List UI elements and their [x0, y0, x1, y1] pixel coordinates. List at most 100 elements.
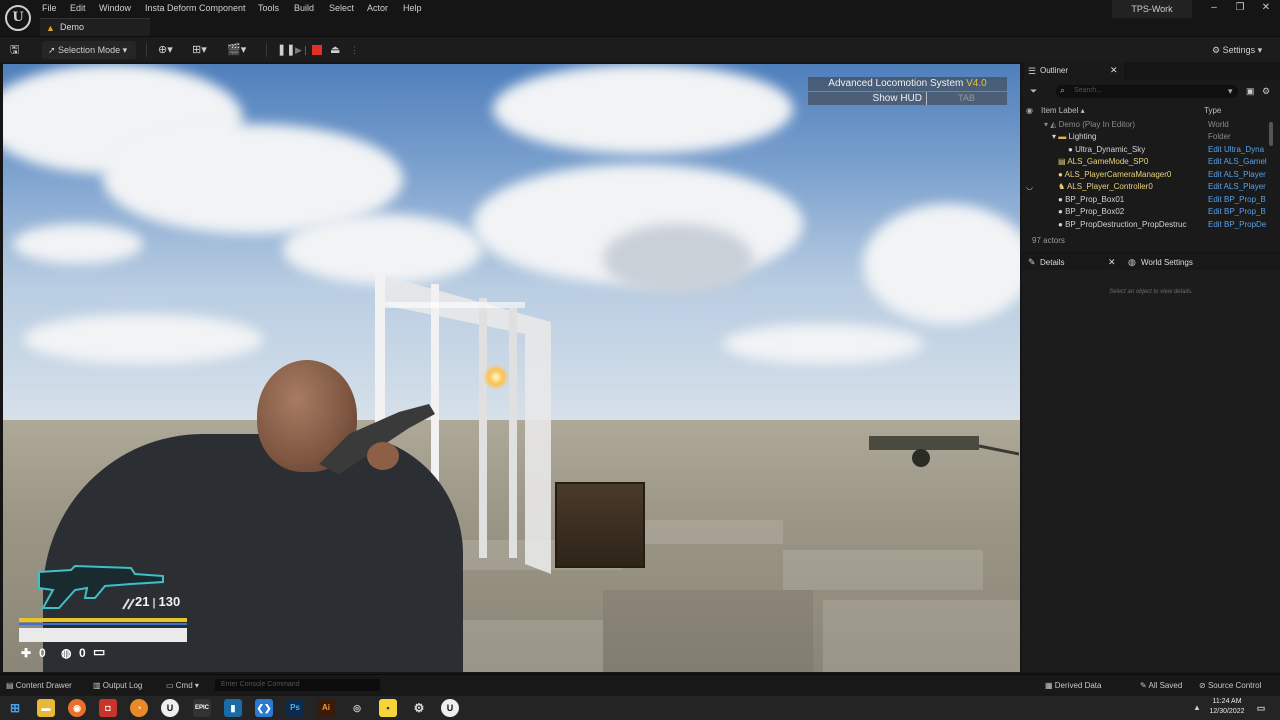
selection-mode-dropdown[interactable]: ➚ Selection Mode ▾ — [42, 41, 136, 59]
outliner-row-label: ● BP_Prop_Box01 — [1058, 195, 1125, 204]
app-window-icon[interactable]: ▮ — [224, 699, 242, 717]
outliner-scrollbar[interactable] — [1269, 122, 1273, 146]
health-pack-count: 0 — [39, 646, 46, 660]
settings-button[interactable]: ⚙ Settings ▾ — [1212, 41, 1262, 59]
filter-icon[interactable]: ⏷ — [1030, 86, 1037, 97]
illustrator-icon[interactable]: Ai — [317, 699, 335, 717]
outliner-row[interactable]: ● BP_PropDestruction_PropDestruc Edit BP… — [1022, 219, 1270, 231]
content-drawer-button[interactable]: ▤ Content Drawer — [6, 681, 72, 690]
visibility-icon[interactable]: ◉ — [1026, 106, 1033, 115]
tab-demo[interactable]: ▲ Demo — [40, 18, 150, 36]
menu-window[interactable]: Window — [99, 3, 131, 13]
outliner-row[interactable]: ▾ ◭ Demo (Play In Editor) World — [1022, 119, 1270, 131]
eject-icon[interactable]: ⏏ — [330, 41, 340, 59]
outliner-tab[interactable]: ☰ Outliner ✕ — [1024, 62, 1124, 80]
toolbar-divider — [146, 43, 147, 57]
search-placeholder: Search... — [1074, 87, 1103, 94]
blender-icon[interactable]: ◔ — [130, 699, 148, 717]
close-icon[interactable]: ✕ — [1108, 257, 1116, 268]
col-item-label[interactable]: Item Label ▴ — [1041, 106, 1085, 115]
outliner-row[interactable]: ▾ ▬ Lighting Folder — [1022, 131, 1270, 143]
floor-tile — [823, 600, 1020, 672]
cloud — [493, 64, 793, 154]
console-command-input[interactable]: Enter Console Command — [215, 679, 380, 691]
save-icon[interactable]: 🖫 — [10, 41, 19, 59]
actor-count: 97 actors — [1032, 236, 1065, 245]
minimize-icon[interactable]: – — [1204, 2, 1224, 13]
stop-icon[interactable] — [312, 45, 322, 55]
menu-help[interactable]: Help — [403, 3, 422, 13]
col-item-label-text: Item Label — [1041, 106, 1079, 115]
cinematics-icon[interactable]: 🎬▾ — [227, 41, 246, 59]
outliner-row[interactable]: ● BP_Prop_Box01 Edit BP_Prop_B — [1022, 194, 1270, 206]
vscode-icon[interactable]: ❮❯ — [255, 699, 273, 717]
settings-icon[interactable]: ⚙ — [410, 699, 428, 717]
close-icon[interactable]: ✕ — [1110, 65, 1118, 76]
shield-bar — [19, 623, 187, 625]
close-icon[interactable]: ✕ — [1256, 2, 1276, 13]
outliner-row-type[interactable]: Edit Ultra_Dyna — [1208, 144, 1270, 156]
file-explorer-icon[interactable]: ▬ — [37, 699, 55, 717]
menu-actor[interactable]: Actor — [367, 3, 388, 13]
outliner-row[interactable]: ● BP_Prop_Box02 Edit BP_Prop_B — [1022, 206, 1270, 218]
menu-tools[interactable]: Tools — [258, 3, 279, 13]
outliner-icon: ☰ — [1028, 66, 1037, 76]
cloud — [603, 224, 753, 294]
details-tabs: ✎ Details ✕ ◍ World Settings — [1022, 254, 1280, 270]
menu-bar: U File Edit Window Insta Deform Componen… — [0, 0, 1280, 36]
tab-details[interactable]: Details — [1040, 258, 1064, 267]
unreal-logo-icon[interactable]: U — [5, 5, 31, 31]
menu-insta-deform[interactable]: Insta Deform Component — [145, 3, 246, 13]
outliner-row-type[interactable]: Edit ALS_Player — [1208, 169, 1270, 181]
firefox-icon[interactable]: ◉ — [68, 699, 86, 717]
add-folder-icon[interactable]: ▣ — [1246, 86, 1255, 97]
outliner-row[interactable]: ● ALS_PlayerCameraManager0 Edit ALS_Play… — [1022, 169, 1270, 181]
unreal-engine-2-icon[interactable]: U — [441, 699, 459, 717]
outliner-row-type[interactable]: Edit BP_Prop_B — [1208, 206, 1270, 218]
col-type[interactable]: Type — [1204, 106, 1221, 115]
sticky-notes-icon[interactable]: ▪ — [379, 699, 397, 717]
outliner-row[interactable]: ▤ ALS_GameMode_SP0 Edit ALS_Gamel — [1022, 156, 1270, 168]
gear-icon[interactable]: ⚙ — [1262, 86, 1270, 97]
tab-world-settings[interactable]: World Settings — [1141, 258, 1193, 267]
als-overlay: Advanced Locomotion System V4.0 Show HUD… — [808, 77, 1007, 107]
cmd-dropdown[interactable]: ▭ Cmd ▾ — [166, 681, 199, 690]
outliner-row-type[interactable]: Edit BP_Prop_B — [1208, 194, 1270, 206]
outliner-row-type[interactable]: Edit ALS_Player — [1208, 181, 1270, 193]
outliner-row[interactable]: ● Ultra_Dynamic_Sky Edit Ultra_Dyna — [1022, 144, 1270, 156]
outliner-row-type[interactable]: Edit ALS_Gamel — [1208, 156, 1270, 168]
level-viewport[interactable]: Advanced Locomotion System V4.0 Show HUD… — [3, 64, 1020, 672]
output-log-button[interactable]: ▥ Output Log — [93, 681, 142, 690]
step-icon[interactable]: ▶❘ — [295, 41, 309, 59]
show-hud-toggle[interactable]: Show HUD TAB — [808, 92, 1007, 105]
ammo-divider: | — [152, 597, 156, 609]
add-actor-icon[interactable]: ⊕▾ — [158, 41, 173, 59]
menu-file[interactable]: File — [42, 3, 57, 13]
outliner-row-type: World — [1208, 120, 1229, 129]
outliner-search-input[interactable]: ⌕ Search... ▾ — [1056, 85, 1238, 98]
photoshop-icon[interactable]: Ps — [286, 699, 304, 717]
outliner-row[interactable]: ◡ ♞ ALS_Player_Controller0 Edit ALS_Play… — [1022, 181, 1270, 193]
notifications-icon[interactable]: ▭ — [1252, 699, 1270, 717]
chevron-down-icon[interactable]: ▾ — [1228, 86, 1233, 97]
circle-app-icon[interactable]: ◎ — [348, 699, 366, 717]
source-control-icon: ⊘ — [1199, 681, 1208, 690]
more-options-icon[interactable]: ⋮ — [350, 41, 359, 59]
windows-start-icon[interactable]: ⊞ — [6, 699, 24, 717]
visibility-icon[interactable]: ◡ — [1026, 181, 1033, 193]
menu-select[interactable]: Select — [329, 3, 354, 13]
blueprint-icon[interactable]: ⊞▾ — [192, 41, 207, 59]
content-drawer-icon: ▤ — [6, 681, 16, 690]
source-control-button[interactable]: ⊘ Source Control — [1199, 681, 1261, 690]
system-clock[interactable]: 11:24 AM 12/30/2022 — [1204, 697, 1250, 717]
maximize-icon[interactable]: ❐ — [1230, 2, 1250, 13]
outliner-row-type[interactable]: Edit BP_PropDe — [1208, 219, 1270, 231]
all-saved-button[interactable]: ✎ All Saved — [1140, 681, 1182, 690]
menu-edit[interactable]: Edit — [70, 3, 86, 13]
pause-icon[interactable]: ❚❚ — [277, 41, 295, 59]
menu-build[interactable]: Build — [294, 3, 314, 13]
derived-data-button[interactable]: ▦ Derived Data — [1045, 681, 1101, 690]
epic-games-icon[interactable]: EPIC — [193, 699, 211, 717]
unreal-engine-icon[interactable]: U — [161, 699, 179, 717]
game-app-icon[interactable]: ◘ — [99, 699, 117, 717]
